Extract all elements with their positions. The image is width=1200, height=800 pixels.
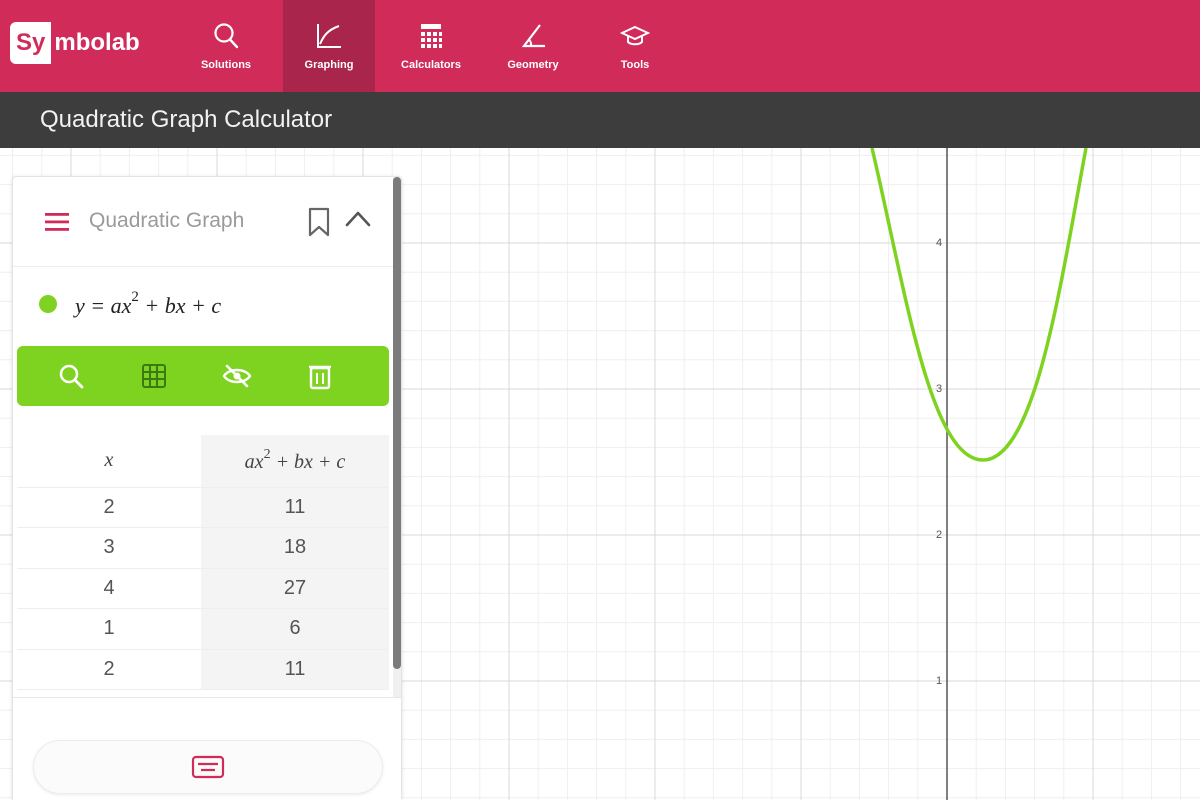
y-tick-label: 3 (936, 383, 942, 395)
page-title-bar: Quadratic Graph Calculator (0, 92, 1200, 148)
expression-panel: Quadratic Graph y = ax2 + bx + c x ax2 +… (12, 176, 402, 800)
expression-lhs: y = ax (75, 293, 132, 318)
calculator-icon (421, 24, 442, 48)
page-title: Quadratic Graph Calculator (40, 106, 333, 133)
panel-scrollbar-thumb[interactable] (393, 177, 401, 669)
logo-rest-text: mbolab (54, 29, 140, 56)
nav-label: Calculators (401, 59, 461, 71)
nav-geometry[interactable]: Geometry (487, 0, 579, 92)
header-y-base: ax (244, 451, 264, 474)
table-button[interactable] (138, 360, 170, 392)
cell-y: 18 (201, 527, 389, 569)
expression-text[interactable]: y = ax2 + bx + c (75, 289, 221, 319)
table-row[interactable]: 16 (17, 608, 389, 650)
search-icon (214, 23, 239, 49)
nav-label: Tools (620, 59, 650, 71)
symbolab-logo[interactable]: Sy mbolab (10, 22, 140, 64)
parabola-curve[interactable] (870, 148, 1088, 462)
delete-button[interactable] (304, 360, 336, 392)
keypad-button[interactable] (33, 740, 383, 794)
panel-footer (13, 697, 401, 800)
expression-row[interactable]: y = ax2 + bx + c (13, 267, 401, 345)
panel-header: Quadratic Graph (13, 177, 401, 267)
chevron-up-icon[interactable] (343, 207, 373, 231)
cell-x[interactable]: 4 (17, 568, 201, 609)
geometry-icon (521, 24, 545, 48)
expression-exponent: 2 (131, 289, 139, 305)
nav-tools[interactable]: Tools (589, 0, 681, 92)
cell-y: 11 (201, 487, 389, 528)
header-y-exponent: 2 (263, 447, 271, 463)
zoom-button[interactable] (55, 360, 87, 392)
expression-rhs: + bx + c (138, 293, 222, 318)
trash-icon (309, 365, 331, 390)
cell-y: 27 (201, 568, 389, 609)
table-row[interactable]: 4 27 (17, 568, 389, 609)
top-navigation-bar: Sy mbolab Solutions Graphing Calculators… (0, 0, 1200, 92)
graduation-cap-icon (620, 25, 650, 46)
y-tick-label: 4 (936, 237, 942, 249)
nav-solutions[interactable]: Solutions (180, 0, 272, 92)
table-header-row: x ax2 + bx + c (17, 435, 389, 488)
cell-x[interactable]: 1 (17, 608, 201, 650)
nav-graphing[interactable]: Graphing (283, 0, 375, 92)
values-table: x ax2 + bx + c 2 11 3 18 4 27 16 2 11 (17, 435, 389, 690)
column-header-y: ax2 + bx + c (201, 435, 389, 488)
nav-label: Graphing (304, 59, 354, 71)
menu-icon[interactable] (45, 211, 69, 233)
cell-x[interactable]: 2 (17, 487, 201, 528)
panel-title: Quadratic Graph (89, 209, 245, 232)
column-header-x: x (17, 435, 201, 488)
expression-color-dot[interactable] (39, 295, 57, 313)
table-row[interactable]: 3 18 (17, 527, 389, 569)
nav-label: Geometry (507, 59, 559, 71)
expression-toolbar (17, 346, 389, 406)
cell-x[interactable]: 3 (17, 527, 201, 569)
nav-calculators[interactable]: Calculators (385, 0, 477, 92)
cell-x[interactable]: 2 (17, 649, 201, 690)
cell-y: 11 (201, 649, 389, 690)
zoom-icon (59, 364, 84, 389)
table-row[interactable]: 2 11 (17, 649, 389, 690)
y-tick-label: 1 (936, 675, 942, 687)
header-y-rest: + bx + c (270, 451, 346, 474)
keyboard-icon (191, 755, 225, 779)
bookmark-icon[interactable] (307, 207, 331, 237)
hide-button[interactable] (221, 360, 253, 392)
table-icon (142, 364, 166, 388)
table-row[interactable]: 2 11 (17, 487, 389, 528)
logo-box-text: Sy (10, 22, 52, 64)
eye-off-icon (222, 364, 252, 388)
graph-icon (317, 24, 341, 48)
nav-label: Solutions (200, 59, 252, 71)
cell-y: 6 (201, 608, 389, 650)
y-tick-label: 2 (936, 529, 942, 541)
